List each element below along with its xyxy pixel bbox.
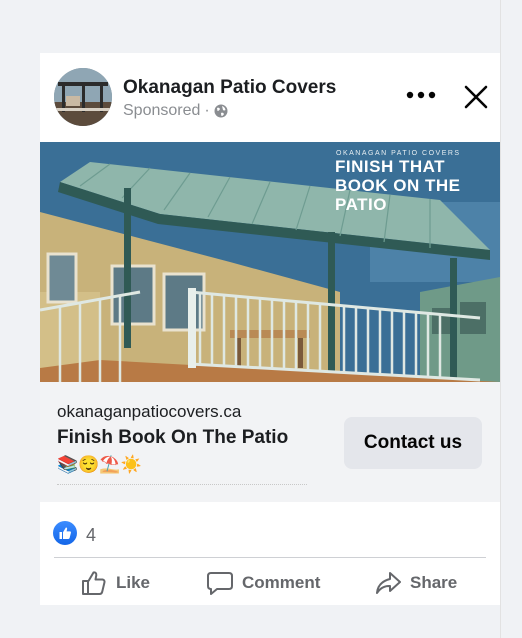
avatar-image: [54, 68, 112, 126]
close-icon: [464, 85, 488, 109]
like-label: Like: [116, 573, 151, 592]
contact-us-button[interactable]: Contact us: [344, 417, 482, 469]
truncated-description: [57, 484, 307, 487]
creative-headline: FINISH THAT BOOK ON THE PATIO: [335, 157, 461, 214]
link-preview[interactable]: okanaganpatiocovers.ca Finish Book On Th…: [40, 382, 500, 502]
globe-icon: [214, 104, 228, 118]
actions-divider: [54, 557, 486, 558]
reaction-count: 4: [86, 525, 97, 545]
page-name[interactable]: Okanagan Patio Covers: [123, 77, 336, 99]
meta-separator: ·: [204, 102, 210, 119]
sponsored-post-card: Okanagan Patio Covers Sponsored · OKANAG…: [40, 53, 500, 605]
share-label: Share: [410, 573, 458, 592]
reaction-summary[interactable]: 4: [53, 519, 96, 546]
like-button[interactable]: Like: [80, 565, 150, 601]
share-icon: [374, 569, 402, 597]
sponsored-label[interactable]: Sponsored: [123, 102, 200, 120]
more-options-button[interactable]: [404, 83, 440, 107]
post-actions: Like Comment Share: [40, 565, 500, 605]
page: Okanagan Patio Covers Sponsored · OKANAG…: [0, 0, 522, 638]
comment-label: Comment: [242, 573, 321, 592]
thumbs-up-icon: [80, 569, 108, 597]
like-reaction-icon: [53, 520, 77, 545]
creative-brand-text: OKANAGAN PATIO COVERS: [336, 150, 461, 157]
ad-creative-image[interactable]: OKANAGAN PATIO COVERS FINISH THAT BOOK O…: [40, 142, 500, 382]
page-avatar[interactable]: [54, 68, 112, 126]
share-button[interactable]: Share: [374, 565, 457, 601]
link-description-emojis: 📚😌⛱️☀️: [57, 455, 142, 474]
comment-button[interactable]: Comment: [206, 565, 320, 601]
link-domain: okanaganpatiocovers.ca: [57, 402, 242, 421]
more-options-icon: [406, 91, 436, 99]
link-title: Finish Book On The Patio: [57, 427, 289, 448]
feed-edge: [500, 0, 501, 638]
close-button[interactable]: [460, 81, 492, 113]
sponsored-row: Sponsored ·: [123, 102, 228, 120]
comment-icon: [206, 569, 234, 597]
